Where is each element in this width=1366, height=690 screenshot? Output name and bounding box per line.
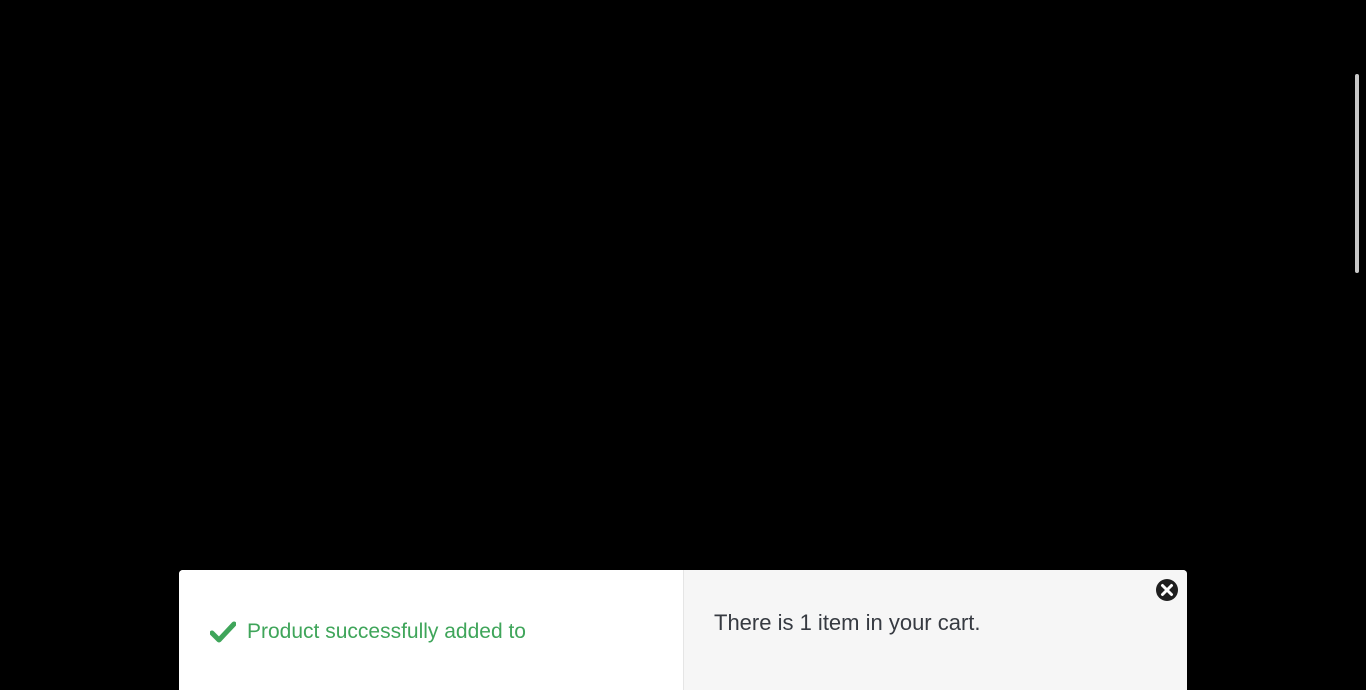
close-icon[interactable] (1155, 578, 1179, 602)
success-heading: Product successfully added to (209, 618, 526, 646)
product-added-panel: Product successfully added to (179, 570, 683, 690)
success-message: Product successfully added to (247, 620, 526, 643)
cart-summary-panel: There is 1 item in your cart. (683, 570, 1187, 690)
scrollbar-thumb[interactable] (1355, 74, 1359, 273)
cart-confirmation-modal: Product successfully added to There is 1… (179, 570, 1187, 690)
cart-item-count: There is 1 item in your cart. (714, 610, 981, 635)
check-icon (209, 621, 237, 643)
modal-backdrop[interactable] (0, 0, 1366, 650)
